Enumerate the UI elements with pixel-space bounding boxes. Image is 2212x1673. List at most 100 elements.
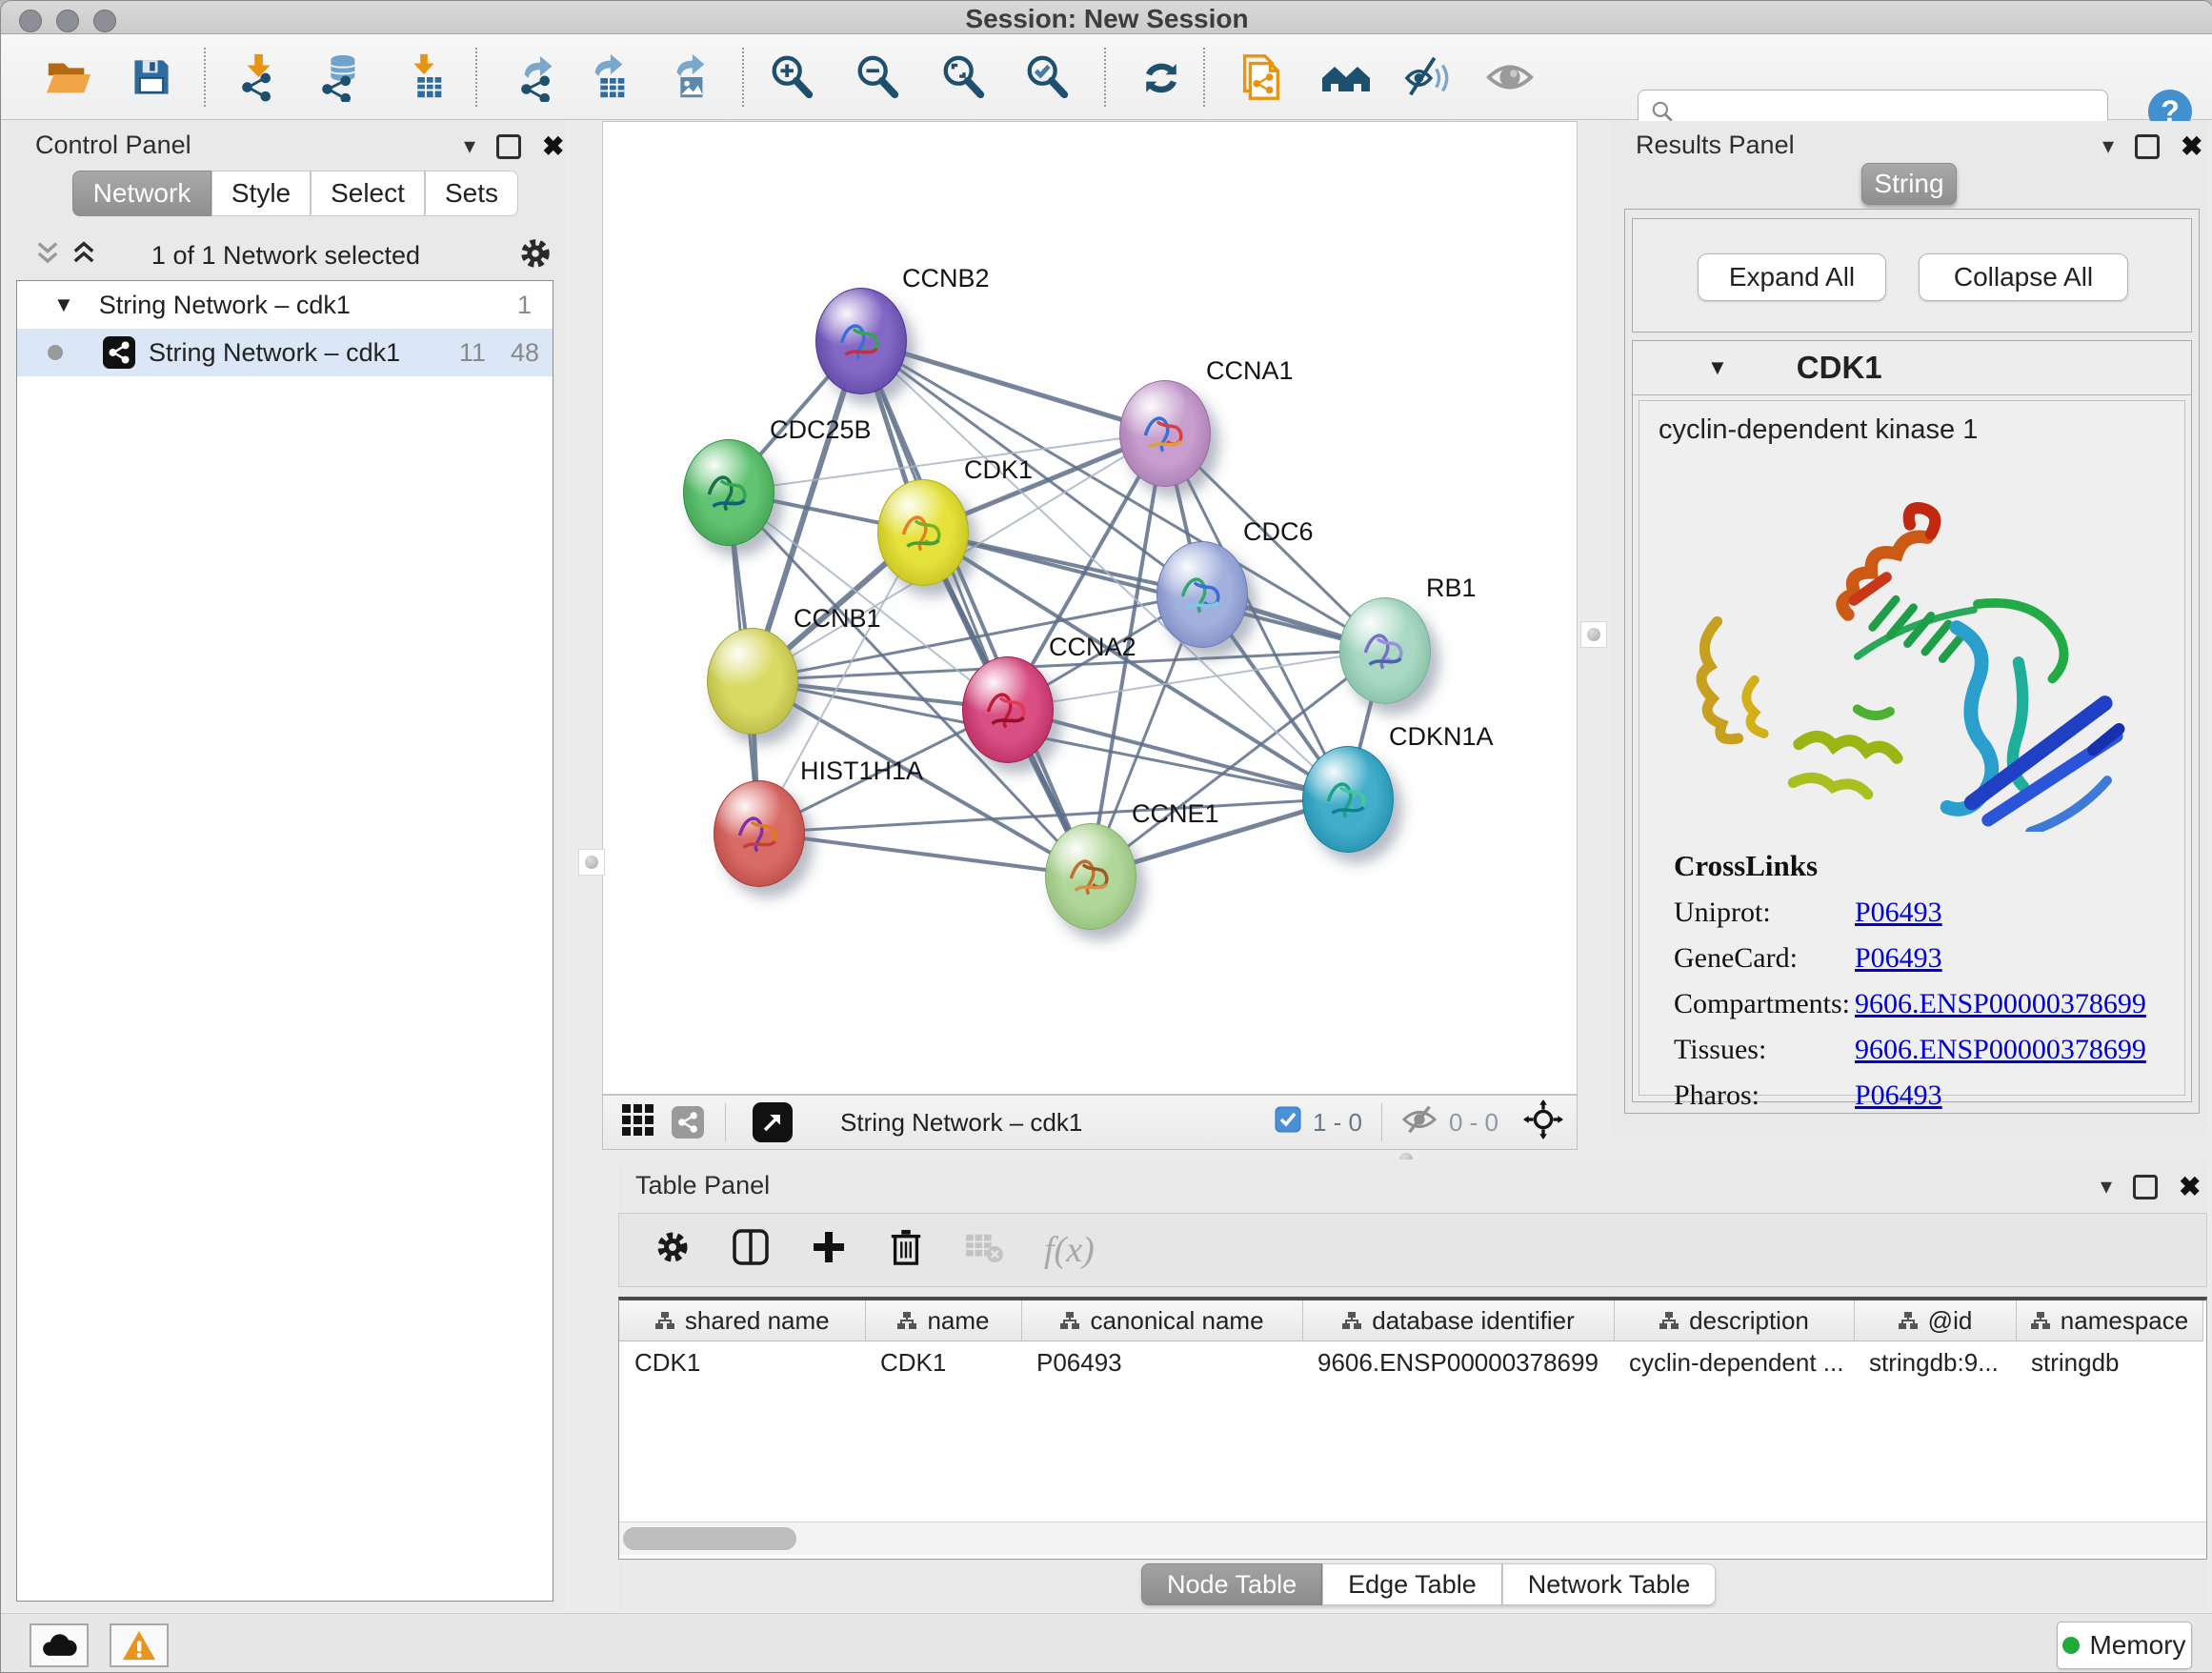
network-node-CCNA1[interactable] <box>1119 380 1211 487</box>
tab-edge-table[interactable]: Edge Table <box>1322 1563 1502 1605</box>
home-icon[interactable] <box>1319 50 1373 104</box>
network-row-selected[interactable]: String Network – cdk1 11 48 <box>17 329 553 376</box>
tab-network[interactable]: Network <box>72 171 211 216</box>
col-id[interactable]: @id <box>1854 1300 2016 1341</box>
hide-display-icon[interactable] <box>1401 50 1455 104</box>
import-network-file-icon[interactable] <box>232 50 286 104</box>
zoom-fit-icon[interactable] <box>936 50 990 104</box>
panel-maximize-icon[interactable] <box>2135 134 2160 159</box>
crosslink-compartments[interactable]: 9606.ENSP00000378699 <box>1855 988 2169 1020</box>
add-column-icon[interactable] <box>810 1228 848 1273</box>
crosslink-uniprot[interactable]: P06493 <box>1855 897 2169 929</box>
network-collection-row[interactable]: ▼ String Network – cdk1 1 <box>17 281 553 329</box>
network-view-type-icon[interactable] <box>672 1106 704 1139</box>
cell-shared-name[interactable]: CDK1 <box>619 1341 865 1384</box>
tab-node-table[interactable]: Node Table <box>1141 1563 1322 1605</box>
tab-network-table[interactable]: Network Table <box>1502 1563 1717 1605</box>
crosslink-genecard[interactable]: P06493 <box>1855 942 2169 975</box>
cell-description[interactable]: cyclin-dependent ... <box>1614 1341 1854 1384</box>
network-node-CCNE1[interactable] <box>1045 823 1136 930</box>
zoom-in-icon[interactable] <box>765 50 818 104</box>
network-node-RB1[interactable] <box>1339 597 1431 704</box>
export-network-icon[interactable] <box>512 50 565 104</box>
table-gear-icon[interactable] <box>654 1228 692 1273</box>
table-row[interactable]: CDK1 CDK1 P06493 9606.ENSP00000378699 cy… <box>619 1341 2202 1384</box>
crosslinks-title: CrossLinks <box>1674 849 2169 883</box>
panel-maximize-icon[interactable] <box>496 134 521 159</box>
column-browser-icon[interactable] <box>732 1228 770 1273</box>
selected-checkbox-icon[interactable] <box>1275 1106 1301 1139</box>
collapse-all-button[interactable]: Collapse All <box>1919 253 2128 301</box>
table-horizontal-scrollbar[interactable] <box>619 1522 2206 1555</box>
tab-select[interactable]: Select <box>311 171 425 216</box>
cell-database-identifier[interactable]: 9606.ENSP00000378699 <box>1302 1341 1614 1384</box>
gene-description: cyclin-dependent kinase 1 <box>1659 414 1978 446</box>
cloud-icon <box>40 1631 78 1660</box>
col-name[interactable]: name <box>865 1300 1021 1341</box>
network-node-CDC6[interactable] <box>1156 541 1248 648</box>
panel-close-icon[interactable]: ✖ <box>2181 137 2202 156</box>
network-node-CDK1[interactable] <box>877 479 969 586</box>
edge-count: 48 <box>511 338 539 368</box>
open-session-icon[interactable] <box>41 50 94 104</box>
panel-close-icon[interactable]: ✖ <box>542 137 564 156</box>
network-node-CCNB2[interactable] <box>815 288 907 394</box>
grid-view-icon[interactable] <box>620 1102 654 1143</box>
crosslink-pharos[interactable]: P06493 <box>1855 1079 2169 1112</box>
import-network-database-icon[interactable] <box>313 50 367 104</box>
tab-sets[interactable]: Sets <box>425 171 518 216</box>
birdseye-view-icon[interactable] <box>1523 1099 1563 1146</box>
cell-name[interactable]: CDK1 <box>865 1341 1021 1384</box>
launch-view-icon[interactable] <box>753 1102 793 1142</box>
tab-style[interactable]: Style <box>211 171 311 216</box>
warning-button[interactable] <box>110 1623 169 1667</box>
protein-thumbnail-icon <box>1136 404 1195 463</box>
left-splitter-grip[interactable] <box>578 849 605 876</box>
preview-eye-icon[interactable] <box>1483 50 1537 104</box>
zoom-out-icon[interactable] <box>851 50 904 104</box>
share-document-icon[interactable] <box>1234 50 1287 104</box>
panel-maximize-icon[interactable] <box>2133 1175 2158 1199</box>
save-session-icon[interactable] <box>125 50 178 104</box>
network-node-CCNB1[interactable] <box>707 628 798 735</box>
col-description[interactable]: description <box>1614 1300 1854 1341</box>
delete-column-icon[interactable] <box>888 1227 924 1274</box>
cloud-button[interactable] <box>30 1623 89 1667</box>
crosslink-tissues[interactable]: 9606.ENSP00000378699 <box>1855 1034 2169 1066</box>
refresh-icon[interactable] <box>1135 50 1188 104</box>
panel-float-icon[interactable]: ▾ <box>464 132 475 160</box>
right-splitter-grip[interactable] <box>1580 621 1607 648</box>
panel-float-icon[interactable]: ▾ <box>2102 132 2114 160</box>
scrollbar-thumb[interactable] <box>623 1527 796 1550</box>
memory-button[interactable]: Memory <box>2057 1622 2192 1669</box>
collection-label: String Network – cdk1 <box>99 291 351 320</box>
zoom-selected-icon[interactable] <box>1020 50 1074 104</box>
memory-status-icon <box>2062 1637 2080 1654</box>
hidden-eye-icon[interactable] <box>1401 1103 1438 1142</box>
gene-section-header[interactable]: ▼ CDK1 <box>1633 341 2191 395</box>
panel-close-icon[interactable]: ✖ <box>2179 1178 2201 1197</box>
export-image-icon[interactable] <box>662 50 715 104</box>
network-node-CDC25B[interactable] <box>683 439 774 546</box>
expand-all-button[interactable]: Expand All <box>1698 253 1886 301</box>
results-panel-title: Results Panel <box>1636 131 1795 160</box>
cell-namespace[interactable]: stringdb <box>2016 1341 2202 1384</box>
col-namespace[interactable]: namespace <box>2016 1300 2202 1341</box>
cell-id[interactable]: stringdb:9... <box>1854 1341 2016 1384</box>
cell-canonical-name[interactable]: P06493 <box>1021 1341 1302 1384</box>
export-table-icon[interactable] <box>582 50 635 104</box>
network-canvas[interactable]: CCNB2CCNA1CDC25BCDK1CDC6RB1CCNB1CCNA2CDK… <box>602 121 1578 1095</box>
col-canonical-name[interactable]: canonical name <box>1021 1300 1302 1341</box>
tab-string[interactable]: String <box>1861 163 1957 205</box>
tree-expander-icon[interactable]: ▼ <box>53 292 74 317</box>
network-options-gear-icon[interactable] <box>517 235 553 278</box>
network-node-CDKN1A[interactable] <box>1302 746 1394 853</box>
panel-float-icon[interactable]: ▾ <box>2101 1173 2112 1200</box>
col-shared-name[interactable]: shared name <box>619 1300 865 1341</box>
import-table-icon[interactable] <box>397 50 451 104</box>
crosslink-label: Uniprot: <box>1674 897 1855 929</box>
network-node-CCNA2[interactable] <box>962 656 1054 763</box>
network-node-HIST1H1A[interactable] <box>714 780 805 887</box>
section-collapse-icon[interactable]: ▼ <box>1707 355 1728 380</box>
col-database-identifier[interactable]: database identifier <box>1302 1300 1614 1341</box>
